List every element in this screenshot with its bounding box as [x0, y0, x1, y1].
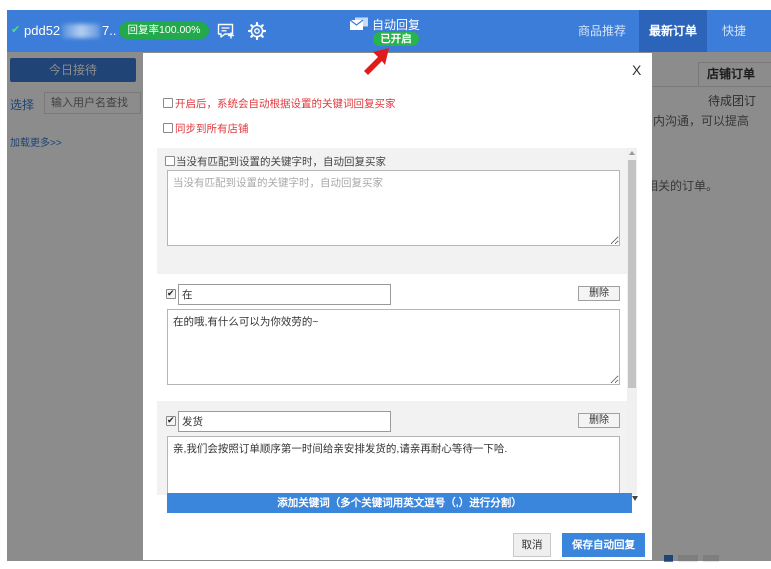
scrollbar-thumb[interactable]: [628, 160, 636, 388]
keyword-checkbox[interactable]: [166, 416, 176, 426]
scrollbar[interactable]: [627, 148, 637, 495]
delete-button[interactable]: 删除: [578, 286, 620, 301]
add-keyword-button[interactable]: 添加关键词（多个关键词用英文逗号（,）进行分割）: [167, 493, 632, 513]
keyword-checkbox[interactable]: [166, 289, 176, 299]
gear-icon[interactable]: [247, 21, 267, 41]
scroll-down-arrow-icon[interactable]: [632, 496, 638, 501]
close-button[interactable]: X: [632, 62, 641, 78]
save-button[interactable]: 保存自动回复: [562, 533, 645, 557]
chat-add-icon[interactable]: [216, 21, 236, 41]
annotation-red-arrow: [364, 48, 389, 75]
reply-textarea[interactable]: 在的哦,有什么可以为你效劳的~: [167, 309, 620, 385]
cancel-button[interactable]: 取消: [513, 533, 551, 557]
auto-reply-status-badge: 已开启: [373, 32, 419, 46]
keyword-section: 删除 在的哦,有什么可以为你效劳的~: [157, 274, 627, 401]
auto-reply-toggle[interactable]: 自动回复 已开启: [347, 13, 432, 49]
scroll-up-arrow-icon[interactable]: [629, 151, 635, 155]
reply-rate-badge: 回复率100.00%: [119, 22, 209, 39]
tab-product-recommend[interactable]: 商品推荐: [570, 10, 634, 52]
tab-quick[interactable]: 快捷: [714, 10, 754, 52]
auto-reply-label: 自动回复: [372, 18, 421, 32]
reply-textarea[interactable]: 亲,我们会按照订单顺序第一时间给亲安排发货的,请亲再耐心等待一下哈.: [167, 436, 620, 495]
tab-latest-orders[interactable]: 最新订单: [639, 10, 707, 52]
account-suffix: 7..: [102, 23, 117, 38]
auto-reply-modal: X 开启后，系统会自动根据设置的关键词回复买家 同步到所有店铺 当没有匹配到设置…: [143, 53, 652, 560]
keyword-scroll-area[interactable]: 当没有匹配到设置的关键字时，自动回复买家 删除 在的哦,有什么可以为你效劳的~ …: [157, 148, 637, 495]
mail-reply-icon: [349, 17, 369, 31]
enable-checkbox[interactable]: [163, 98, 173, 108]
keyword-input[interactable]: [178, 411, 391, 432]
default-reply-textarea[interactable]: [167, 170, 620, 246]
account-name: pdd52: [24, 23, 61, 38]
sync-checkbox[interactable]: [163, 123, 173, 133]
sync-label: 同步到所有店铺: [175, 123, 249, 135]
keyword-section: 删除 亲,我们会按照订单顺序第一时间给亲安排发货的,请亲再耐心等待一下哈.: [157, 401, 627, 495]
default-reply-section: 当没有匹配到设置的关键字时，自动回复买家: [157, 148, 627, 274]
status-check-icon: ✔: [11, 23, 21, 36]
default-reply-checkbox[interactable]: [165, 156, 175, 166]
default-reply-label: 当没有匹配到设置的关键字时，自动回复买家: [176, 156, 386, 168]
keyword-input[interactable]: [178, 284, 391, 305]
enable-label: 开启后，系统会自动根据设置的关键词回复买家: [175, 98, 396, 110]
delete-button[interactable]: 删除: [578, 413, 620, 428]
redacted-blur: [62, 24, 100, 38]
